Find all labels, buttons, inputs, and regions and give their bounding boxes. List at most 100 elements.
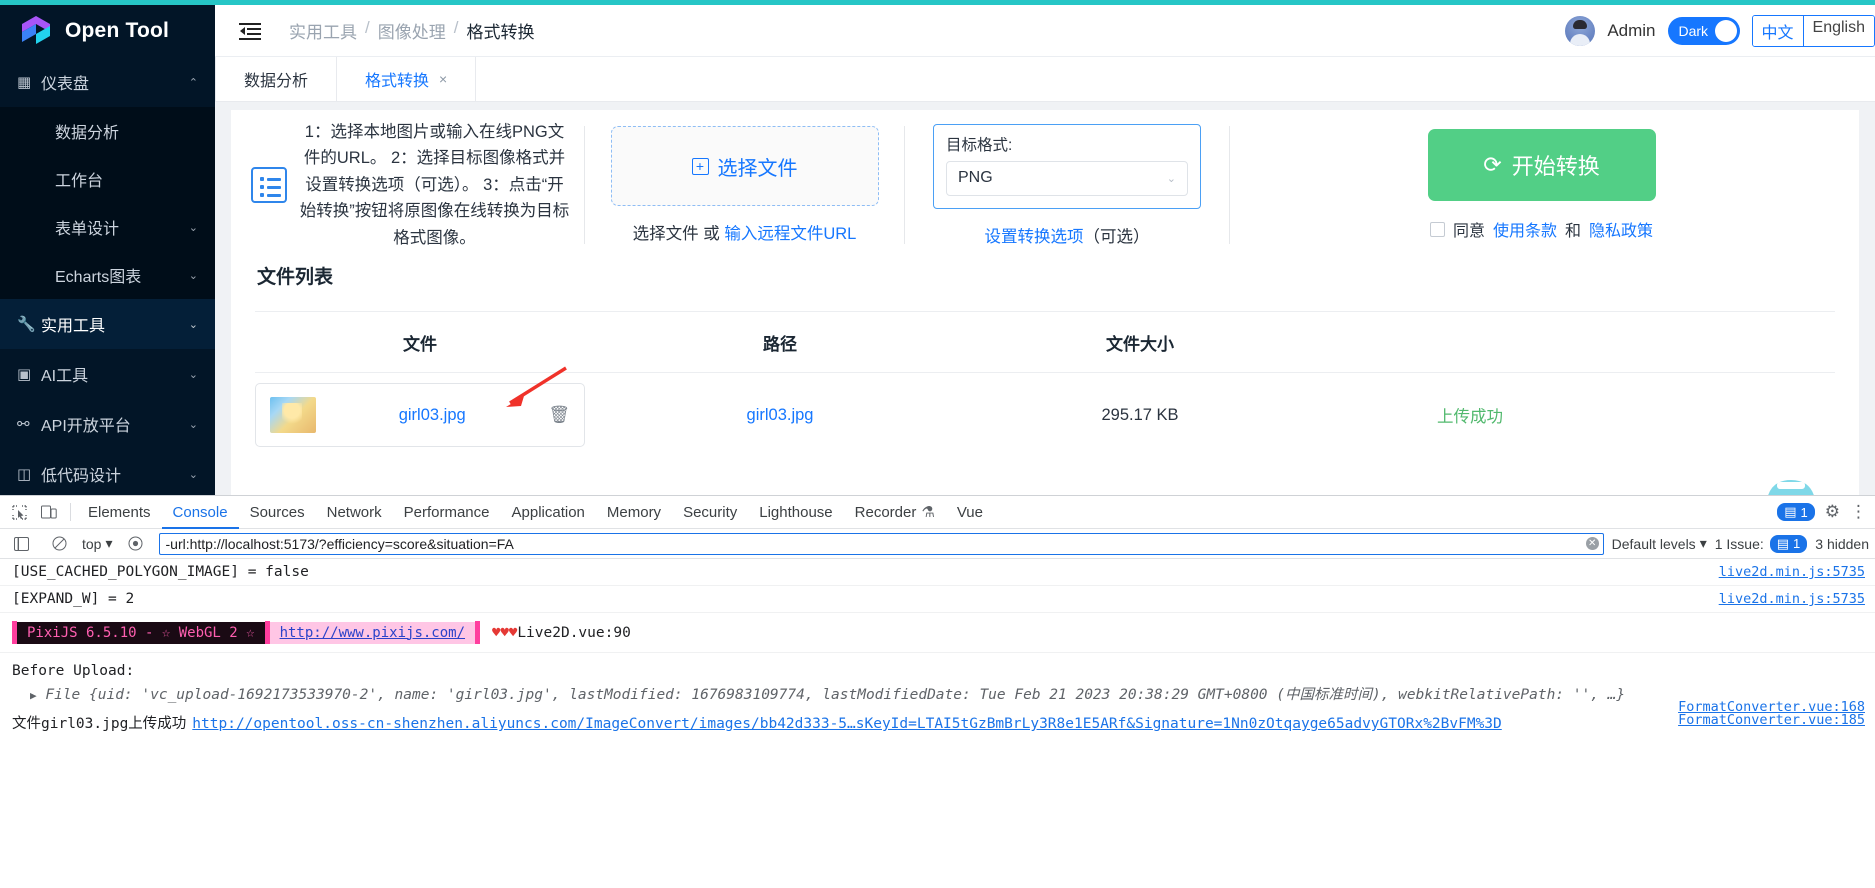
sidebar-subgroup-dashboard: 数据分析 工作台 表单设计 ⌄ Echarts图表 ⌄ bbox=[0, 107, 215, 299]
console-line: [EXPAND_W] = 2 live2d.min.js:5735 bbox=[0, 586, 1875, 613]
issues-label: 1 Issue: bbox=[1714, 535, 1764, 552]
expand-triangle-icon[interactable]: ▶ bbox=[30, 689, 37, 702]
terms-link[interactable]: 使用条款 bbox=[1493, 217, 1557, 241]
clear-console-icon[interactable] bbox=[44, 530, 74, 558]
devtools-tab-application[interactable]: Application bbox=[501, 496, 596, 529]
table-row: girl03.jpg 🗑 girl03.jpg 295.17 KB 上传成功 bbox=[255, 373, 1835, 457]
devtools-tab-elements[interactable]: Elements bbox=[77, 496, 162, 529]
sidebar-item-data-analysis[interactable]: 数据分析 bbox=[0, 107, 215, 155]
clear-filter-icon[interactable]: ✕ bbox=[1585, 537, 1599, 550]
file-table-header: 文件 路径 文件大小 bbox=[255, 311, 1835, 373]
lang-button-english[interactable]: English bbox=[1802, 15, 1874, 46]
start-convert-button[interactable]: ⟳ 开始转换 bbox=[1427, 129, 1656, 201]
sidebar: Open Tool ▦ 仪表盘 ⌃ 数据分析 工作台 表单设计 ⌄ Echart… bbox=[0, 5, 215, 495]
agree-checkbox[interactable] bbox=[1429, 221, 1445, 237]
console-context-select[interactable]: top ▾ bbox=[82, 535, 113, 552]
issues-chip[interactable]: 1 Issue: ▤ 1 bbox=[1714, 534, 1808, 553]
close-icon[interactable]: × bbox=[439, 71, 447, 87]
inspect-element-icon[interactable] bbox=[4, 498, 34, 526]
devtools-tab-console[interactable]: Console bbox=[162, 496, 239, 529]
privacy-link[interactable]: 隐私政策 bbox=[1589, 217, 1653, 241]
status-badge: 上传成功 bbox=[1437, 408, 1503, 426]
select-file-label: 选择文件 bbox=[717, 157, 798, 180]
console-line-source[interactable]: live2d.min.js:5735 bbox=[1719, 564, 1865, 580]
devtools-tab-bar: Elements Console Sources Network Perform… bbox=[0, 496, 1875, 529]
sidebar-item-label: 低代码设计 bbox=[41, 468, 122, 485]
console-filter-input[interactable] bbox=[158, 532, 1604, 555]
agreement-row: 同意 使用条款和隐私政策 bbox=[1429, 217, 1653, 241]
devtools-tab-memory[interactable]: Memory bbox=[596, 496, 672, 529]
sidebar-item-workbench[interactable]: 工作台 bbox=[0, 155, 215, 203]
chevron-down-icon: ⌄ bbox=[188, 418, 198, 431]
breadcrumb-item-1[interactable]: 实用工具 bbox=[289, 18, 357, 43]
select-file-button[interactable]: + 选择文件 bbox=[610, 126, 879, 206]
console-line-source[interactable]: Live2D.vue:90 bbox=[517, 625, 631, 641]
breadcrumb-item-2[interactable]: 图像处理 bbox=[378, 18, 446, 43]
sidebar-item-echarts[interactable]: Echarts图表 ⌄ bbox=[0, 251, 215, 299]
console-sidebar-toggle-icon[interactable] bbox=[6, 530, 36, 558]
devtools-tab-security[interactable]: Security bbox=[672, 496, 748, 529]
gear-icon[interactable]: ⚙ bbox=[1825, 502, 1840, 522]
console-line-upload-success: 文件girl03.jpg上传成功 http://opentool.oss-cn-… bbox=[0, 706, 1875, 733]
tab-data-analysis[interactable]: 数据分析 bbox=[215, 57, 338, 101]
sidebar-item-lowcode-design[interactable]: ◫ 低代码设计 ⌄ bbox=[0, 449, 215, 495]
file-thumbnail bbox=[270, 397, 316, 433]
collapse-sidebar-icon[interactable] bbox=[239, 22, 261, 40]
console-context-value: top bbox=[82, 535, 102, 552]
devtools-tab-recorder[interactable]: Recorder ⚗ bbox=[844, 496, 946, 529]
devtools-tab-network[interactable]: Network bbox=[316, 496, 393, 529]
chevron-down-icon: ▾ bbox=[1699, 535, 1707, 551]
console-line-source[interactable]: live2d.min.js:5735 bbox=[1719, 591, 1865, 607]
language-switcher: 中文 English bbox=[1751, 14, 1875, 47]
sidebar-item-utilities[interactable]: 🔧 实用工具 ⌄ bbox=[0, 299, 215, 349]
pixi-website-link[interactable]: http://www.pixijs.com/ bbox=[280, 625, 465, 641]
trash-icon[interactable]: 🗑 bbox=[548, 405, 570, 425]
file-table: 文件 路径 文件大小 girl03.jpg 🗑 girl03.jpg 295.1… bbox=[231, 311, 1859, 457]
messages-badge[interactable]: ▤ 1 bbox=[1777, 503, 1815, 521]
column-header-size: 文件大小 bbox=[1106, 334, 1174, 354]
remote-url-link[interactable]: 输入远程文件URL bbox=[724, 225, 856, 243]
lang-button-chinese[interactable]: 中文 bbox=[1752, 15, 1803, 46]
console-line-source[interactable]: FormatConverter.vue:185 bbox=[1678, 712, 1865, 728]
target-format-label: 目标格式: bbox=[946, 136, 1013, 154]
devtools-tab-lighthouse[interactable]: Lighthouse bbox=[748, 496, 843, 529]
admin-username: Admin bbox=[1607, 20, 1656, 40]
upload-success-url[interactable]: http://opentool.oss-cn-shenzhen.aliyuncs… bbox=[192, 716, 1501, 732]
device-toolbar-icon[interactable] bbox=[34, 498, 64, 526]
devtools-tab-vue[interactable]: Vue bbox=[946, 496, 994, 529]
avatar[interactable] bbox=[1565, 15, 1596, 46]
sidebar-item-ai-tools[interactable]: ▣ AI工具 ⌄ bbox=[0, 349, 215, 399]
start-block: ⟳ 开始转换 同意 使用条款和隐私政策 bbox=[1230, 126, 1853, 244]
devtools-tab-performance[interactable]: Performance bbox=[393, 496, 501, 529]
list-icon bbox=[251, 167, 287, 203]
chevron-down-icon: ⌄ bbox=[188, 368, 198, 381]
header-actions: Admin Dark 中文 English bbox=[1565, 14, 1875, 47]
devtools-tab-sources[interactable]: Sources bbox=[239, 496, 316, 529]
file-chip: girl03.jpg 🗑 bbox=[255, 383, 585, 447]
pixi-link-wrap: http://www.pixijs.com/ bbox=[269, 621, 476, 644]
upload-success-text: 文件girl03.jpg上传成功 bbox=[12, 716, 187, 732]
live-expression-icon[interactable] bbox=[121, 530, 151, 558]
sidebar-item-dashboard[interactable]: ▦ 仪表盘 ⌃ bbox=[0, 57, 215, 107]
console-filter-bar: top ▾ ✕ Default levels ▾ 1 Issue: ▤ bbox=[0, 529, 1875, 559]
dark-mode-toggle[interactable]: Dark bbox=[1667, 16, 1740, 45]
sidebar-item-label: 实用工具 bbox=[41, 318, 106, 335]
conversion-options-link[interactable]: 设置转换选项 bbox=[985, 228, 1084, 246]
sidebar-item-form-design[interactable]: 表单设计 ⌄ bbox=[0, 203, 215, 251]
more-options-icon[interactable]: ⋮ bbox=[1850, 502, 1867, 522]
console-log-level-select[interactable]: Default levels ▾ bbox=[1612, 535, 1707, 552]
converter-controls-row: 1：选择本地图片或输入在线PNG文件的URL。 2：选择目标图像格式并设置转换选… bbox=[231, 123, 1859, 247]
converter-card: 1：选择本地图片或输入在线PNG文件的URL。 2：选择目标图像格式并设置转换选… bbox=[231, 110, 1859, 495]
upload-hint-prefix: 选择文件 或 bbox=[632, 225, 725, 243]
sidebar-item-label: 表单设计 bbox=[55, 221, 120, 238]
wrench-icon: 🔧 bbox=[17, 316, 36, 333]
console-line-pixi: PixiJS 6.5.10 - ☆ WebGL 2 ☆ http://www.p… bbox=[0, 613, 1875, 653]
before-upload-object[interactable]: ▶ File {uid: 'vc_upload-1692173533970-2'… bbox=[12, 683, 1863, 704]
sidebar-item-api-platform[interactable]: ⚯ API开放平台 ⌄ bbox=[0, 399, 215, 449]
file-path-link[interactable]: girl03.jpg bbox=[747, 406, 814, 424]
conversion-options-suffix: （可选） bbox=[1083, 227, 1150, 246]
file-name-link[interactable]: girl03.jpg bbox=[399, 406, 466, 425]
tab-format-converter[interactable]: 格式转换 × bbox=[337, 57, 477, 101]
devtools-tab-actions: ▤ 1 ⚙ ⋮ bbox=[1777, 502, 1875, 522]
target-format-select[interactable]: PNG ⌄ bbox=[946, 160, 1188, 196]
